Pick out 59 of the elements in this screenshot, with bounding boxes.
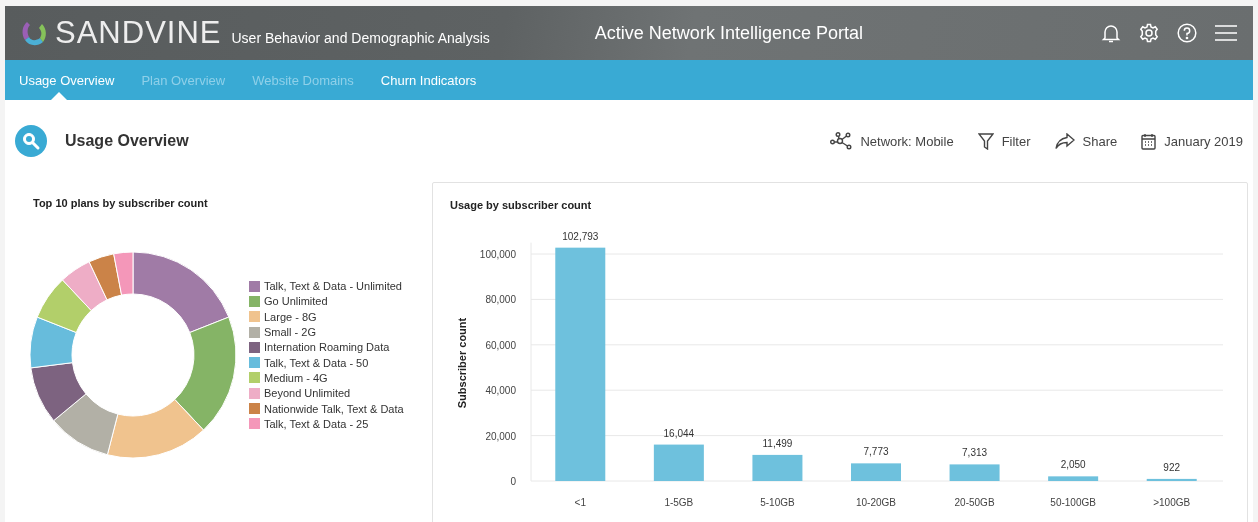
- axis-tick-label: 40,000: [485, 385, 516, 397]
- axis-tick-label: 0: [510, 476, 516, 487]
- axis-tick-label: 5-10GB: [760, 497, 795, 508]
- axis-tick-label: <1: [574, 497, 586, 508]
- axis-tick-label: >100GB: [1153, 497, 1191, 508]
- filter-icon: [977, 132, 994, 150]
- axis-tick-label: 10-20GB: [856, 497, 896, 508]
- legend-label: Medium - 4G: [264, 371, 328, 384]
- settings-icon[interactable]: [1139, 23, 1159, 43]
- bell-icon[interactable]: [1101, 23, 1121, 43]
- value-label: 102,793: [562, 230, 599, 242]
- legend-label: Talk, Text & Data - Unlimited: [264, 280, 402, 293]
- bar: [752, 454, 803, 481]
- legend-label: Beyond Unlimited: [264, 387, 351, 400]
- toolbar-action[interactable]: Share: [1054, 132, 1118, 150]
- legend-label: Internation Roaming Data: [264, 341, 390, 354]
- value-label: 11,499: [762, 437, 793, 449]
- legend-label: Small - 2G: [264, 326, 316, 339]
- share-icon: [1054, 132, 1075, 150]
- donut-slice: [29, 316, 77, 369]
- toolbar-action[interactable]: January 2019: [1141, 132, 1243, 150]
- bar: [949, 464, 1000, 481]
- help-icon[interactable]: [1177, 23, 1197, 43]
- legend-label: Talk, Text & Data - 25: [264, 417, 369, 430]
- bar: [653, 444, 704, 481]
- value-label: 922: [1163, 461, 1181, 473]
- value-label: 16,044: [663, 427, 695, 439]
- axis-tick-label: 80,000: [485, 294, 516, 306]
- axis-tick-label: 50-100GB: [1050, 497, 1096, 508]
- portal-title: Active Network Intelligence Portal: [594, 22, 863, 44]
- app-subtitle: User Behavior and Demographic Analysis: [231, 30, 490, 46]
- legend-label: Nationwide Talk, Text & Data: [264, 402, 404, 415]
- value-label: 2,050: [1060, 459, 1086, 471]
- axis-tick-label: 20-50GB: [954, 497, 995, 508]
- network-icon: [830, 132, 853, 150]
- bar: [851, 463, 901, 481]
- legend-label: Go Unlimited: [264, 295, 328, 308]
- axis-tick-label: 20,000: [485, 430, 516, 442]
- value-label: 7,773: [863, 446, 889, 458]
- page-title: Usage Overview: [65, 132, 189, 150]
- brand-name: SANDVINE: [55, 15, 222, 51]
- toolbar-action[interactable]: Filter: [977, 132, 1031, 150]
- axis-title: Subscriber count: [456, 317, 468, 409]
- bar: [1146, 478, 1197, 481]
- axis-tick-label: 1-5GB: [664, 497, 694, 508]
- toolbar-action[interactable]: Network: Mobile: [830, 132, 954, 150]
- legend-label: Talk, Text & Data - 50: [264, 356, 369, 369]
- chart-title: Top 10 plans by subscriber count: [32, 196, 209, 209]
- menu-icon[interactable]: [1215, 24, 1237, 42]
- axis-tick-label: 100,000: [479, 249, 516, 260]
- donut-slice: [30, 362, 87, 422]
- donut-slice: [62, 261, 108, 312]
- bar: [1048, 476, 1099, 481]
- search-icon: [15, 125, 47, 157]
- chart-title: Usage by subscriber count: [449, 198, 593, 211]
- legend-label: Large - 8G: [264, 310, 317, 323]
- axis-tick-label: 60,000: [485, 339, 516, 351]
- calendar-icon: [1141, 132, 1157, 150]
- value-label: 7,313: [962, 447, 988, 459]
